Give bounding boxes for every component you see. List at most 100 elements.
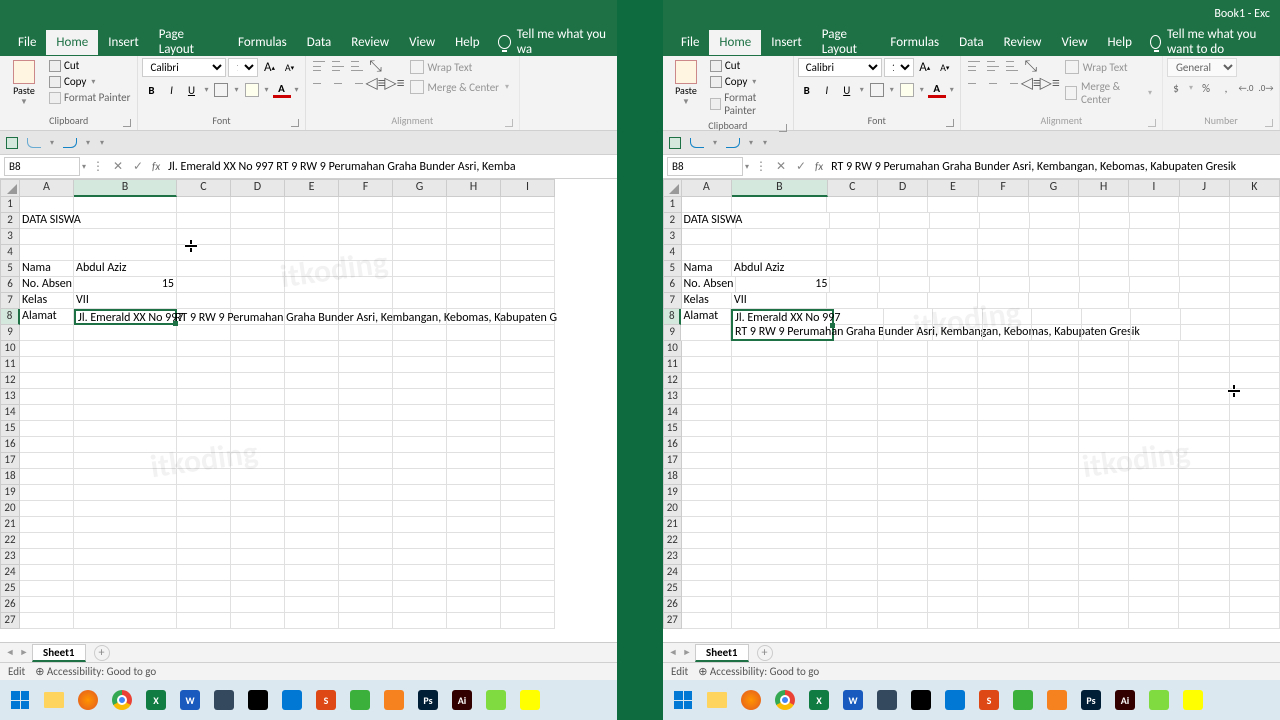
row-header[interactable]: 9 — [0, 325, 20, 341]
cell-K14[interactable] — [1230, 405, 1280, 421]
border-button[interactable] — [212, 81, 230, 99]
row-header[interactable]: 6 — [663, 277, 682, 293]
cell-E4[interactable] — [928, 245, 978, 261]
cell-H4[interactable] — [447, 245, 501, 261]
cell-C26[interactable] — [177, 597, 231, 613]
cell-E12[interactable] — [285, 373, 339, 389]
cell-F27[interactable] — [978, 613, 1028, 629]
cell-F19[interactable] — [339, 485, 393, 501]
menu-insert[interactable]: Insert — [761, 30, 812, 55]
cell-H16[interactable] — [1079, 437, 1129, 453]
cell-F22[interactable] — [978, 533, 1028, 549]
cell-C15[interactable] — [827, 421, 877, 437]
row-header[interactable]: 13 — [0, 389, 20, 405]
col-header-H[interactable]: H — [1079, 179, 1129, 197]
cell-C14[interactable] — [827, 405, 877, 421]
cell-C27[interactable] — [177, 613, 231, 629]
taskbar-app-5[interactable]: W — [176, 686, 204, 714]
cell-A20[interactable] — [20, 501, 74, 517]
cell-I8[interactable] — [1131, 309, 1181, 325]
cell-C17[interactable] — [827, 453, 877, 469]
font-color-button[interactable]: A — [928, 82, 946, 98]
cell-D17[interactable] — [878, 453, 928, 469]
cell-C24[interactable] — [827, 565, 877, 581]
cell-K10[interactable] — [1230, 341, 1280, 357]
cell-J16[interactable] — [1179, 437, 1229, 453]
cell-A15[interactable] — [682, 421, 732, 437]
cell-B9[interactable] — [74, 325, 177, 341]
cell-B11[interactable] — [732, 357, 828, 373]
cell-D21[interactable] — [231, 517, 285, 533]
cell-J26[interactable] — [1179, 597, 1229, 613]
cell-B21[interactable] — [732, 517, 828, 533]
cell-D20[interactable] — [231, 501, 285, 517]
cell-G21[interactable] — [393, 517, 447, 533]
cell-F11[interactable] — [978, 357, 1028, 373]
wrap-text-button[interactable]: Wrap Text — [1061, 58, 1158, 76]
row-header[interactable]: 13 — [663, 389, 682, 405]
cell-D23[interactable] — [878, 549, 928, 565]
cell-K13[interactable] — [1230, 389, 1280, 405]
cell-C15[interactable] — [177, 421, 231, 437]
align-right-button[interactable] — [1003, 75, 1021, 91]
cell-D16[interactable] — [878, 437, 928, 453]
cell-G15[interactable] — [1029, 421, 1079, 437]
cell-G13[interactable] — [1029, 389, 1079, 405]
cell-C9[interactable] — [177, 325, 231, 341]
cell-F6[interactable] — [980, 277, 1030, 293]
cell-I9[interactable] — [501, 325, 555, 341]
cell-F15[interactable] — [978, 421, 1028, 437]
font-size-select[interactable]: 11 — [228, 58, 258, 77]
add-sheet-button[interactable]: + — [94, 645, 110, 661]
cell-A10[interactable] — [20, 341, 74, 357]
cell-J13[interactable] — [1179, 389, 1229, 405]
cell-C2[interactable] — [830, 213, 880, 229]
col-header-I[interactable]: I — [501, 179, 555, 197]
cell-B19[interactable] — [732, 485, 828, 501]
cell-J18[interactable] — [1179, 469, 1229, 485]
menu-file[interactable]: File — [671, 30, 709, 55]
cell-J21[interactable] — [1179, 517, 1229, 533]
cell-H21[interactable] — [1079, 517, 1129, 533]
cell-A6[interactable]: No. Absen — [20, 277, 74, 293]
cell-H20[interactable] — [447, 501, 501, 517]
cell-I27[interactable] — [1129, 613, 1179, 629]
increase-font-button[interactable]: A▴ — [916, 59, 934, 77]
cell-H11[interactable] — [447, 357, 501, 373]
spreadsheet-grid[interactable]: A B C D E F G H I 12DATA SISWA345NamaAbd… — [0, 179, 617, 642]
copy-button[interactable]: Copy▾ — [46, 74, 133, 89]
cell-C8[interactable] — [834, 309, 884, 325]
row-header[interactable]: 19 — [0, 485, 20, 501]
taskbar-app-11[interactable] — [1043, 686, 1071, 714]
cell-E3[interactable] — [928, 229, 978, 245]
cell-D22[interactable] — [231, 533, 285, 549]
taskbar-app-12[interactable]: Ps — [414, 686, 442, 714]
paste-button[interactable]: Paste ▼ — [4, 58, 44, 109]
col-header-F[interactable]: F — [339, 179, 393, 197]
cell-H23[interactable] — [1079, 549, 1129, 565]
cell-E26[interactable] — [285, 597, 339, 613]
spreadsheet-grid[interactable]: A B C D E F G H I J K 12DATA SISWA345Nam… — [663, 179, 1280, 642]
cell-A23[interactable] — [20, 549, 74, 565]
cell-I21[interactable] — [501, 517, 555, 533]
cell-F18[interactable] — [339, 469, 393, 485]
cell-K3[interactable] — [1230, 229, 1280, 245]
cell-J3[interactable] — [1179, 229, 1229, 245]
cell-A24[interactable] — [20, 565, 74, 581]
save-button[interactable] — [4, 135, 20, 151]
cell-B13[interactable] — [732, 389, 828, 405]
cell-K17[interactable] — [1230, 453, 1280, 469]
cell-C7[interactable] — [827, 293, 877, 309]
inc-indent-button[interactable]: ▷≡ — [1041, 75, 1059, 91]
row-header[interactable]: 14 — [663, 405, 682, 421]
row-header[interactable]: 18 — [663, 469, 682, 485]
row-header[interactable]: 9 — [663, 325, 681, 341]
taskbar-app-10[interactable] — [1009, 686, 1037, 714]
formula-input[interactable] — [164, 160, 617, 174]
wrap-text-button[interactable]: Wrap Text — [406, 58, 516, 76]
taskbar-app-11[interactable] — [380, 686, 408, 714]
cell-G26[interactable] — [393, 597, 447, 613]
cell-E7[interactable] — [285, 293, 339, 309]
cell-H3[interactable] — [1079, 229, 1129, 245]
grid-body-left[interactable]: 12DATA SISWA345NamaAbdul Aziz6No. Absen1… — [0, 197, 617, 642]
